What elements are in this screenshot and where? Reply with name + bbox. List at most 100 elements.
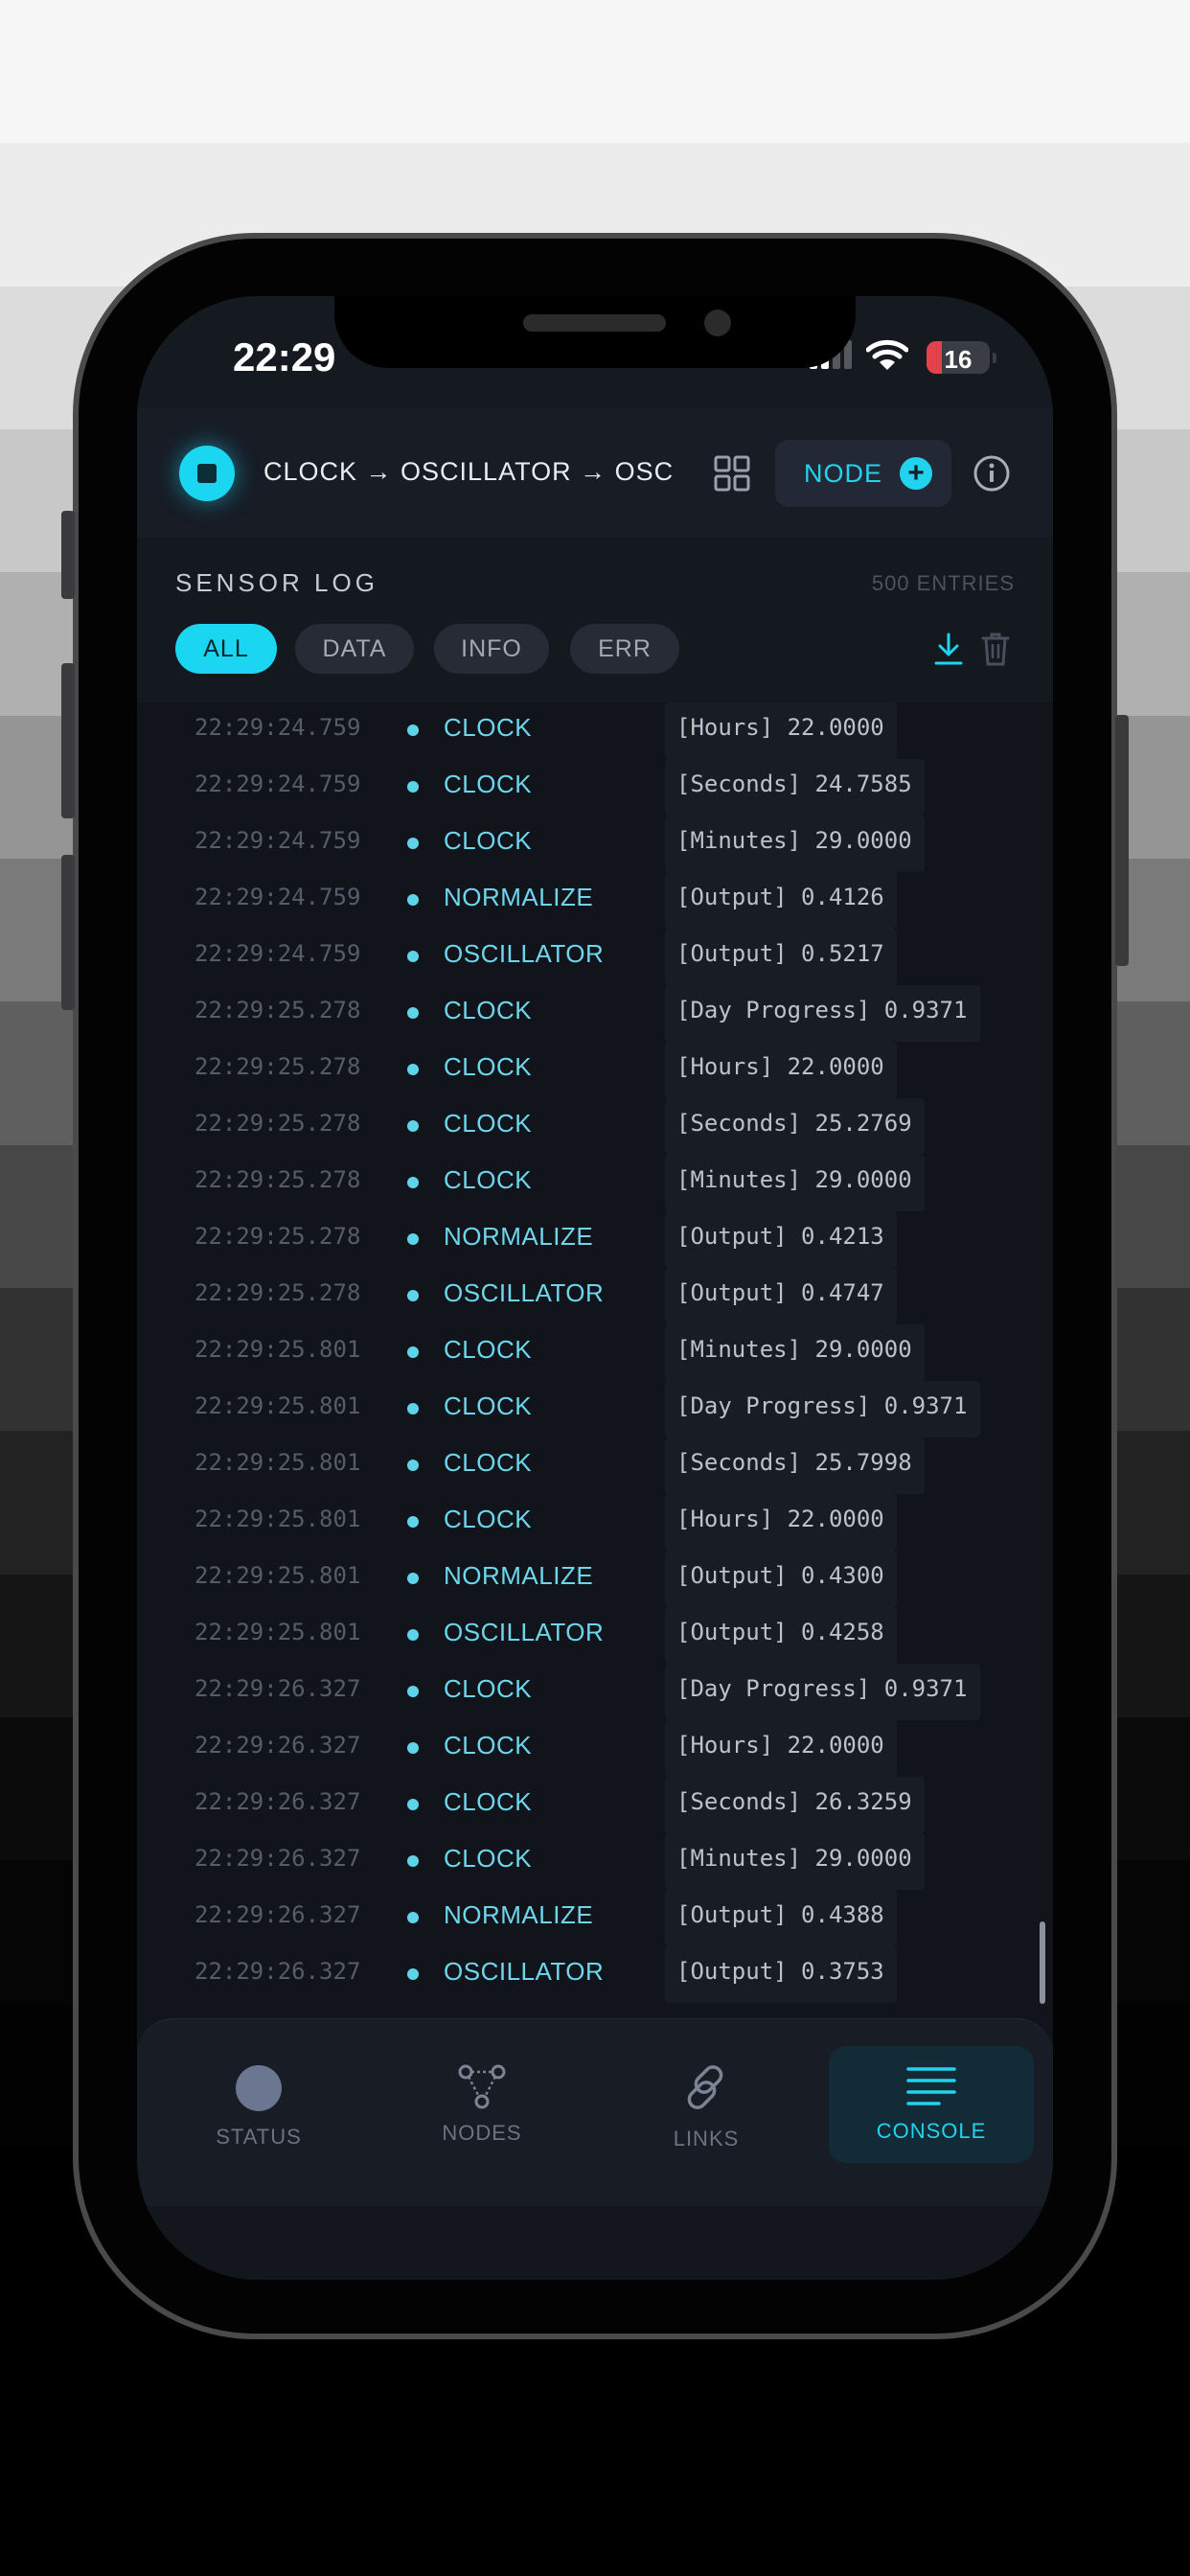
volume-up-button [61,663,75,818]
log-value: [Seconds] 25.7998 [676,1449,912,1476]
log-dot-icon [407,1912,419,1923]
log-value: [Output] 0.4300 [676,1562,884,1589]
log-source: CLOCK [444,1165,533,1194]
log-value: [Day Progress] 0.9371 [676,1392,968,1419]
log-source: CLOCK [444,1392,533,1420]
log-dot-icon [407,781,419,793]
log-source: CLOCK [444,1109,533,1138]
download-icon[interactable] [932,632,965,666]
log-timestamp: 22:29:26.327 [195,1675,361,1702]
log-value: [Output] 0.4213 [676,1223,884,1250]
log-row: 22:29:25.801 CLOCK [Minutes] 29.0000 [175,1324,1015,1381]
console-lines-icon [906,2067,956,2105]
log-source: CLOCK [444,713,533,742]
log-source: CLOCK [444,1674,533,1703]
log-dot-icon [407,951,419,962]
log-value: [Output] 0.4126 [676,884,884,910]
log-timestamp: 22:29:25.278 [195,1053,361,1080]
log-dot-icon [407,1855,419,1867]
log-timestamp: 22:29:24.759 [195,940,361,967]
log-value: [Output] 0.4747 [676,1279,884,1306]
log-value: [Day Progress] 0.9371 [676,997,968,1024]
log-timestamp: 22:29:25.801 [195,1449,361,1476]
log-source: CLOCK [444,1844,533,1873]
log-value: [Day Progress] 0.9371 [676,1675,968,1702]
wifi-icon [866,339,908,370]
log-row: 22:29:25.278 OSCILLATOR [Output] 0.4747 [175,1268,1015,1324]
log-dot-icon [407,1290,419,1301]
filter-data[interactable]: DATA [295,624,414,674]
log-source: CLOCK [444,1731,533,1760]
log-value: [Output] 0.5217 [676,940,884,967]
grid-icon[interactable] [714,455,750,492]
log-row: 22:29:24.759 NORMALIZE [Output] 0.4126 [175,872,1015,929]
app-header: CLOCK → OSCILLATOR → OSC NODE + [137,407,1053,539]
log-value: [Seconds] 26.3259 [676,1788,912,1815]
log-timestamp: 22:29:24.759 [195,770,361,797]
log-timestamp: 22:29:25.801 [195,1562,361,1589]
log-source: CLOCK [444,1335,533,1364]
log-dot-icon [407,894,419,906]
tab-nodes-label: NODES [442,2121,522,2145]
plus-icon: + [900,457,932,490]
log-value: [Minutes] 29.0000 [676,1845,912,1872]
log-toolbar: SENSOR LOG 500 ENTRIES ALL DATA INFO ERR [137,538,1053,702]
log-source: OSCILLATOR [444,1618,605,1646]
log-row: 22:29:25.801 NORMALIZE [Output] 0.4300 [175,1551,1015,1607]
log-timestamp: 22:29:25.278 [195,1223,361,1250]
log-value: [Hours] 22.0000 [676,714,884,741]
filter-err[interactable]: ERR [570,624,679,674]
log-dot-icon [407,1346,419,1358]
log-source: OSCILLATOR [444,939,605,968]
log-row: 22:29:25.801 CLOCK [Seconds] 25.7998 [175,1438,1015,1494]
log-value: [Hours] 22.0000 [676,1053,884,1080]
log-timestamp: 22:29:24.759 [195,884,361,910]
log-timestamp: 22:29:26.327 [195,1958,361,1985]
log-dot-icon [407,1742,419,1754]
log-dot-icon [407,1007,419,1019]
log-timestamp: 22:29:25.278 [195,997,361,1024]
log-timestamp: 22:29:24.759 [195,827,361,854]
log-row: 22:29:25.278 CLOCK [Hours] 22.0000 [175,1042,1015,1098]
filter-info[interactable]: INFO [434,624,549,674]
log-source: NORMALIZE [444,883,594,911]
tab-nodes[interactable]: NODES [379,2046,584,2163]
log-dot-icon [407,1516,419,1528]
tab-status[interactable]: STATUS [156,2046,361,2163]
add-node-button[interactable]: NODE + [775,440,951,507]
log-dot-icon [407,1799,419,1810]
log-dot-icon [407,1460,419,1471]
log-list[interactable]: 22:29:24.759 CLOCK [Hours] 22.0000 22:29:24… [137,702,1053,2018]
tab-console[interactable]: CONSOLE [829,2046,1034,2163]
log-dot-icon [407,1177,419,1188]
filter-all[interactable]: ALL [175,624,277,674]
pipeline-title: CLOCK → OSCILLATOR → OSC [263,457,675,486]
battery-level: 16 [944,345,973,374]
log-source: CLOCK [444,996,533,1024]
stop-button[interactable] [179,446,235,501]
log-row: 22:29:26.327 CLOCK [Day Progress] 0.9371 [175,1664,1015,1720]
trash-icon[interactable] [980,631,1011,667]
info-icon[interactable] [973,454,1011,493]
log-value: [Seconds] 25.2769 [676,1110,912,1137]
log-timestamp: 22:29:25.801 [195,1392,361,1419]
tab-links[interactable]: LINKS [604,2046,809,2163]
log-timestamp: 22:29:25.278 [195,1166,361,1193]
log-timestamp: 22:29:25.801 [195,1506,361,1532]
log-dot-icon [407,1573,419,1584]
log-source: NORMALIZE [444,1222,594,1251]
phone-screen: 22:29 16 CLOCK → OSCILLATOR → OSC NODE +… [137,296,1053,2280]
camera-icon [704,310,731,336]
log-row: 22:29:24.759 CLOCK [Minutes] 29.0000 [175,816,1015,872]
log-timestamp: 22:29:25.278 [195,1110,361,1137]
log-dot-icon [407,1968,419,1980]
log-dot-icon [407,838,419,849]
log-row: 22:29:25.801 OSCILLATOR [Output] 0.4258 [175,1607,1015,1664]
log-row: 22:29:26.327 CLOCK [Hours] 22.0000 [175,1720,1015,1777]
volume-down-button [61,855,75,1010]
log-scrollbar[interactable] [1040,1921,1045,2004]
log-row: 22:29:26.327 OSCILLATOR [Output] 0.3753 [175,1946,1015,2003]
log-value: [Output] 0.4388 [676,1901,884,1928]
log-source: CLOCK [444,770,533,798]
log-dot-icon [407,1120,419,1132]
